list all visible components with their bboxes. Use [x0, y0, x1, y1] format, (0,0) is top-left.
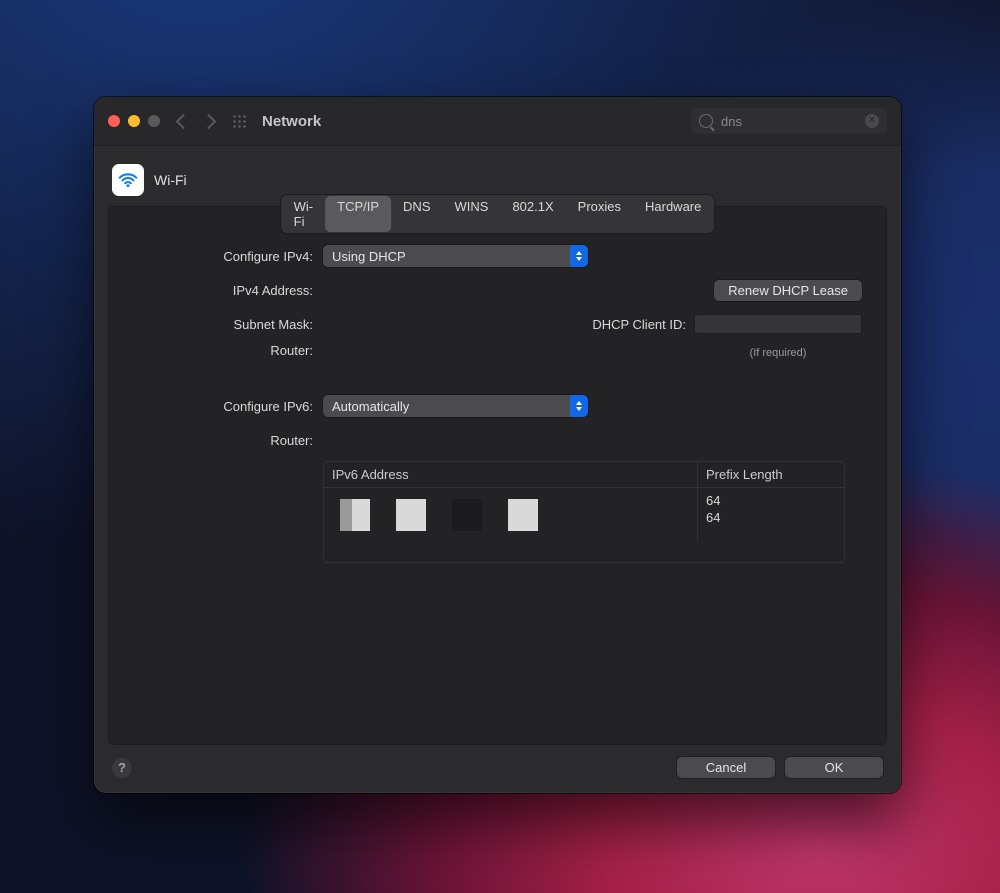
configure-ipv4-select[interactable]: Using DHCP [323, 245, 588, 267]
col-prefix-length: Prefix Length [697, 462, 844, 487]
tab-wifi[interactable]: Wi-Fi [282, 196, 326, 232]
traffic-lights [108, 115, 160, 127]
close-window-button[interactable] [108, 115, 120, 127]
select-stepper-icon [570, 245, 588, 267]
search-field-wrap[interactable]: ✕ [691, 108, 887, 134]
tab-proxies[interactable]: Proxies [566, 196, 633, 232]
back-button[interactable] [176, 113, 192, 129]
connection-name: Wi-Fi [154, 172, 187, 188]
renew-dhcp-lease-button[interactable]: Renew DHCP Lease [714, 280, 862, 301]
window-title: Network [262, 113, 321, 130]
footer: ? Cancel OK [108, 745, 887, 780]
prefix-length-value: 64 [706, 510, 836, 525]
ipv6-address-cell [324, 488, 697, 542]
titlebar: Network ✕ [94, 97, 901, 146]
subnet-mask-label: Subnet Mask: [133, 317, 323, 332]
ipv6-address-table: IPv6 Address Prefix Length [323, 461, 845, 563]
tab-bar: Wi-Fi TCP/IP DNS WINS 802.1X Proxies Har… [281, 195, 715, 233]
sheet: Wi-Fi Wi-Fi TCP/IP DNS WINS 802.1X Proxi… [108, 160, 887, 780]
tab-8021x[interactable]: 802.1X [500, 196, 565, 232]
tab-hardware[interactable]: Hardware [633, 196, 713, 232]
configure-ipv6-value: Automatically [332, 399, 409, 414]
configure-ipv6-select[interactable]: Automatically [323, 395, 588, 417]
dhcp-client-id-hint: (If required) [694, 347, 862, 359]
configure-ipv6-label: Configure IPv6: [133, 399, 323, 414]
form: Configure IPv4: Using DHCP IPv4 Address: [109, 207, 886, 573]
help-button[interactable]: ? [112, 758, 132, 778]
tab-dns[interactable]: DNS [391, 196, 442, 232]
ok-button[interactable]: OK [785, 757, 883, 778]
search-icon [699, 114, 713, 128]
show-all-icon[interactable] [232, 114, 246, 128]
wifi-icon [112, 164, 144, 196]
forward-button[interactable] [201, 113, 217, 129]
ipv6-router-label: Router: [133, 433, 323, 448]
dhcp-client-id-input[interactable] [694, 314, 862, 334]
minimize-window-button[interactable] [128, 115, 140, 127]
nav-buttons [178, 116, 214, 127]
tab-wins[interactable]: WINS [442, 196, 500, 232]
cancel-button[interactable]: Cancel [677, 757, 775, 778]
clear-search-icon[interactable]: ✕ [865, 114, 879, 128]
prefix-length-value: 64 [706, 493, 836, 508]
configure-ipv4-value: Using DHCP [332, 249, 406, 264]
tab-tcpip[interactable]: TCP/IP [325, 196, 391, 232]
network-preferences-window: Network ✕ Wi-Fi Wi-Fi TCP/IP DNS W [94, 97, 901, 793]
ipv4-router-label: Router: [133, 343, 323, 358]
table-row[interactable]: 64 64 [324, 488, 844, 542]
ipv4-address-label: IPv4 Address: [133, 283, 323, 298]
configure-ipv4-label: Configure IPv4: [133, 249, 323, 264]
select-stepper-icon [570, 395, 588, 417]
dhcp-client-id-label: DHCP Client ID: [592, 317, 686, 332]
zoom-window-button[interactable] [148, 115, 160, 127]
col-ipv6-address: IPv6 Address [324, 462, 697, 487]
settings-panel: Wi-Fi TCP/IP DNS WINS 802.1X Proxies Har… [108, 206, 887, 745]
search-input[interactable] [719, 113, 843, 130]
